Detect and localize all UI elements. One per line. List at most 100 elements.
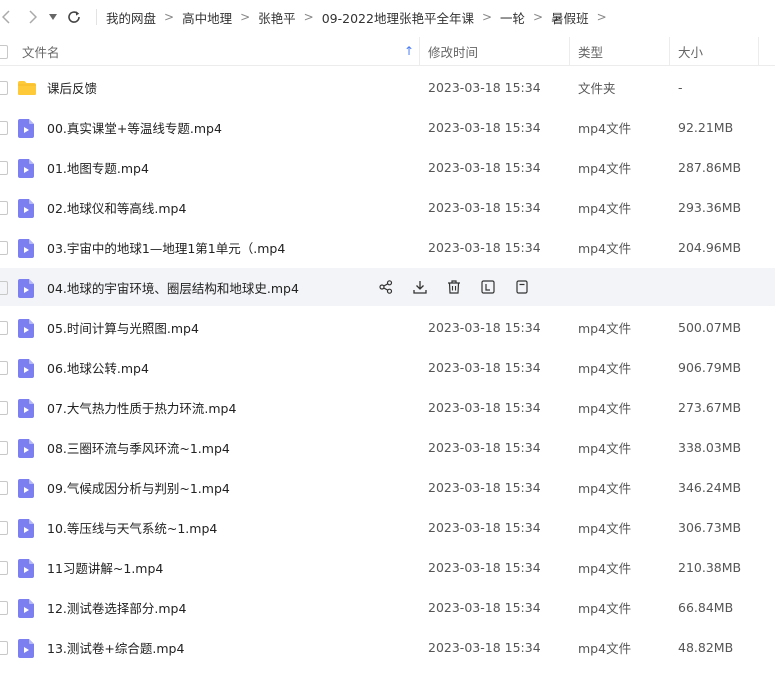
row-actions: [377, 268, 547, 306]
modified-time: 2023-03-18 15:34: [428, 439, 541, 455]
file-row[interactable]: 07.大气热力性质于热力环流.mp4 2023-03-18 15:34 mp4文件 2…: [0, 388, 775, 426]
breadcrumb-item-round-one[interactable]: 一轮: [500, 8, 525, 27]
video-file-icon: [18, 399, 34, 418]
file-name[interactable]: 课后反馈: [47, 68, 97, 106]
column-divider[interactable]: [419, 37, 420, 65]
row-checkbox[interactable]: [0, 401, 8, 415]
row-checkbox[interactable]: [0, 161, 8, 175]
file-name[interactable]: 07.大气热力性质于热力环流.mp4: [47, 388, 236, 426]
row-checkbox[interactable]: [0, 601, 8, 615]
video-file-icon: [18, 479, 34, 498]
video-file-icon: [18, 519, 34, 538]
file-list-header: 文件名 ↑ 修改时间 类型 大小: [0, 37, 775, 66]
back-button[interactable]: [0, 8, 12, 26]
file-row[interactable]: 08.三圈环流与季风环流~1.mp4 2023-03-18 15:34 mp4文件 3…: [0, 428, 775, 466]
file-type: mp4文件: [578, 200, 632, 216]
file-name[interactable]: 06.地球公转.mp4: [47, 348, 149, 386]
file-size: 66.84MB: [678, 599, 734, 615]
file-row[interactable]: 05.时间计算与光照图.mp4 2023-03-18 15:34 mp4文件 500.…: [0, 308, 775, 346]
file-size: 273.67MB: [678, 399, 742, 415]
share-button[interactable]: [377, 278, 395, 296]
file-row[interactable]: 02.地球仪和等高线.mp4 2023-03-18 15:34 mp4文件 293.3…: [0, 188, 775, 226]
column-header-modified[interactable]: 修改时间: [428, 37, 478, 65]
file-name[interactable]: 12.测试卷选择部分.mp4: [47, 588, 186, 626]
file-row[interactable]: 04.地球的宇宙环境、圈层结构和地球史.mp4: [0, 268, 775, 306]
column-header-name[interactable]: 文件名 ↑: [22, 37, 418, 65]
file-name[interactable]: 08.三圈环流与季风环流~1.mp4: [47, 428, 230, 466]
row-checkbox[interactable]: [0, 121, 8, 135]
folder-row[interactable]: 课后反馈 2023-03-18 15:34 文件夹 -: [0, 68, 775, 106]
file-size: 906.79MB: [678, 359, 742, 375]
download-button[interactable]: [411, 278, 429, 296]
video-file-icon: [18, 559, 34, 578]
file-name[interactable]: 00.真实课堂+等温线专题.mp4: [47, 108, 222, 146]
row-checkbox[interactable]: [0, 201, 8, 215]
file-type: 文件夹: [578, 80, 616, 96]
file-name[interactable]: 03.宇宙中的地球1—地理1第1单元（.mp4: [47, 228, 285, 266]
video-file-icon: [18, 119, 34, 138]
file-name[interactable]: 04.地球的宇宙环境、圈层结构和地球史.mp4: [47, 268, 299, 306]
delete-icon: [448, 280, 460, 294]
refresh-icon: [68, 11, 80, 23]
file-name[interactable]: 01.地图专题.mp4: [47, 148, 149, 186]
file-row[interactable]: 13.测试卷+综合题.mp4 2023-03-18 15:34 mp4文件 48.82…: [0, 628, 775, 666]
refresh-button[interactable]: [66, 9, 82, 25]
row-checkbox[interactable]: [0, 481, 8, 495]
delete-button[interactable]: [445, 278, 463, 296]
row-checkbox[interactable]: [0, 281, 8, 295]
file-row[interactable]: 06.地球公转.mp4 2023-03-18 15:34 mp4文件 906.79MB: [0, 348, 775, 386]
file-name[interactable]: 05.时间计算与光照图.mp4: [47, 308, 199, 346]
file-name[interactable]: 09.气候成因分析与判别~1.mp4: [47, 468, 230, 506]
rename-button[interactable]: [479, 278, 497, 296]
rename-icon: [481, 280, 495, 294]
more-button[interactable]: [513, 278, 531, 296]
breadcrumb-item-geography[interactable]: 高中地理: [182, 8, 232, 27]
column-divider[interactable]: [569, 37, 570, 65]
breadcrumb-separator: >: [240, 10, 251, 24]
modified-time: 2023-03-18 15:34: [428, 319, 541, 335]
breadcrumb-item-my-drive[interactable]: 我的网盘: [106, 8, 156, 27]
column-header-type[interactable]: 类型: [578, 37, 603, 65]
row-checkbox[interactable]: [0, 81, 8, 95]
modified-time: 2023-03-18 15:34: [428, 359, 541, 375]
column-size-label: 大小: [678, 44, 704, 60]
row-checkbox[interactable]: [0, 321, 8, 335]
column-divider[interactable]: [669, 37, 670, 65]
file-row[interactable]: 00.真实课堂+等温线专题.mp4 2023-03-18 15:34 mp4文件 92…: [0, 108, 775, 146]
row-checkbox[interactable]: [0, 441, 8, 455]
breadcrumb-item-summer-class[interactable]: 暑假班: [551, 8, 589, 27]
row-checkbox[interactable]: [0, 521, 8, 535]
modified-time: 2023-03-18 15:34: [428, 119, 541, 135]
row-checkbox[interactable]: [0, 561, 8, 575]
folder-icon-wrap: [17, 80, 37, 99]
modified-time: 2023-03-18 15:34: [428, 519, 541, 535]
history-dropdown-button[interactable]: [48, 11, 58, 23]
row-checkbox[interactable]: [0, 641, 8, 655]
file-row[interactable]: 11习题讲解~1.mp4 2023-03-18 15:34 mp4文件 210.38M…: [0, 548, 775, 586]
file-name[interactable]: 02.地球仪和等高线.mp4: [47, 188, 186, 226]
folder-icon: [18, 81, 36, 95]
row-checkbox[interactable]: [0, 241, 8, 255]
forward-button[interactable]: [26, 8, 40, 26]
sort-ascending-icon: ↑: [403, 44, 414, 58]
file-name[interactable]: 10.等压线与天气系统~1.mp4: [47, 508, 217, 546]
column-divider[interactable]: [758, 37, 759, 65]
file-row[interactable]: 03.宇宙中的地球1—地理1第1单元（.mp4 2023-03-18 15:34 m…: [0, 228, 775, 266]
select-all-checkbox[interactable]: [0, 45, 8, 59]
video-icon-wrap: [18, 159, 34, 181]
video-icon-wrap: [18, 279, 34, 301]
breadcrumb-item-course[interactable]: 09-2022地理张艳平全年课: [322, 8, 474, 27]
file-row[interactable]: 09.气候成因分析与判别~1.mp4 2023-03-18 15:34 mp4文件 3…: [0, 468, 775, 506]
breadcrumb-separator: >: [164, 10, 175, 24]
breadcrumb-item-teacher[interactable]: 张艳平: [258, 8, 296, 27]
chevron-left-icon: [2, 10, 10, 24]
file-name[interactable]: 13.测试卷+综合题.mp4: [47, 628, 184, 666]
file-row[interactable]: 10.等压线与天气系统~1.mp4 2023-03-18 15:34 mp4文件 30…: [0, 508, 775, 546]
file-type: mp4文件: [578, 160, 632, 176]
row-checkbox[interactable]: [0, 361, 8, 375]
file-name[interactable]: 11习题讲解~1.mp4: [47, 548, 163, 586]
column-header-size[interactable]: 大小: [678, 37, 703, 65]
file-row[interactable]: 12.测试卷选择部分.mp4 2023-03-18 15:34 mp4文件 66.84…: [0, 588, 775, 626]
video-icon-wrap: [18, 319, 34, 341]
file-row[interactable]: 01.地图专题.mp4 2023-03-18 15:34 mp4文件 287.86MB: [0, 148, 775, 186]
